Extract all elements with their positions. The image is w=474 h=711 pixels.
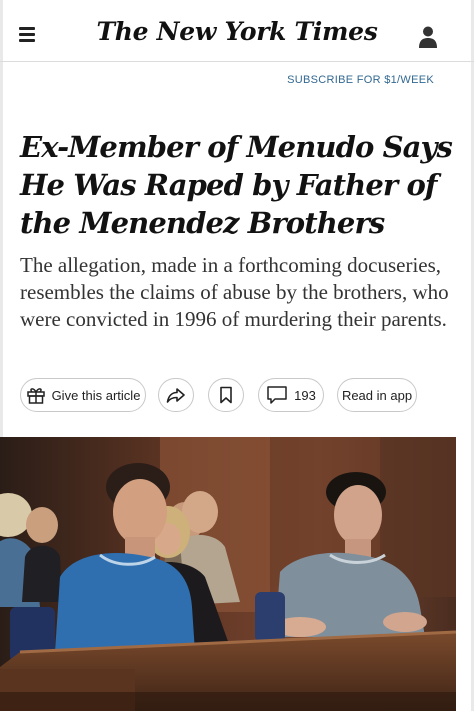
give-article-button[interactable]: Give this article (20, 378, 146, 412)
give-article-label: Give this article (51, 387, 141, 403)
read-in-app-label: Read in app (341, 387, 413, 403)
comment-bubble-icon (266, 385, 288, 405)
bookmark-icon (219, 386, 233, 404)
article-headline: Ex-Member of Menudo Says He Was Raped by… (20, 130, 453, 240)
share-arrow-icon (166, 387, 186, 403)
article-summary: The allegation, made in a forthcoming do… (20, 253, 449, 331)
read-in-app-button[interactable]: Read in app (337, 378, 417, 412)
top-navigation-bar: The New York Times (0, 0, 474, 62)
bookmark-button[interactable] (208, 378, 244, 412)
gift-icon (26, 385, 46, 405)
comments-button[interactable]: 193 (258, 378, 324, 412)
share-button[interactable] (158, 378, 194, 412)
article-photo (0, 437, 456, 711)
account-icon[interactable] (418, 25, 438, 49)
nyt-logo[interactable]: The New York Times (0, 17, 474, 46)
subscribe-link[interactable]: SUBSCRIBE FOR $1/WEEK (287, 74, 434, 86)
comments-count: 193 (294, 387, 316, 403)
